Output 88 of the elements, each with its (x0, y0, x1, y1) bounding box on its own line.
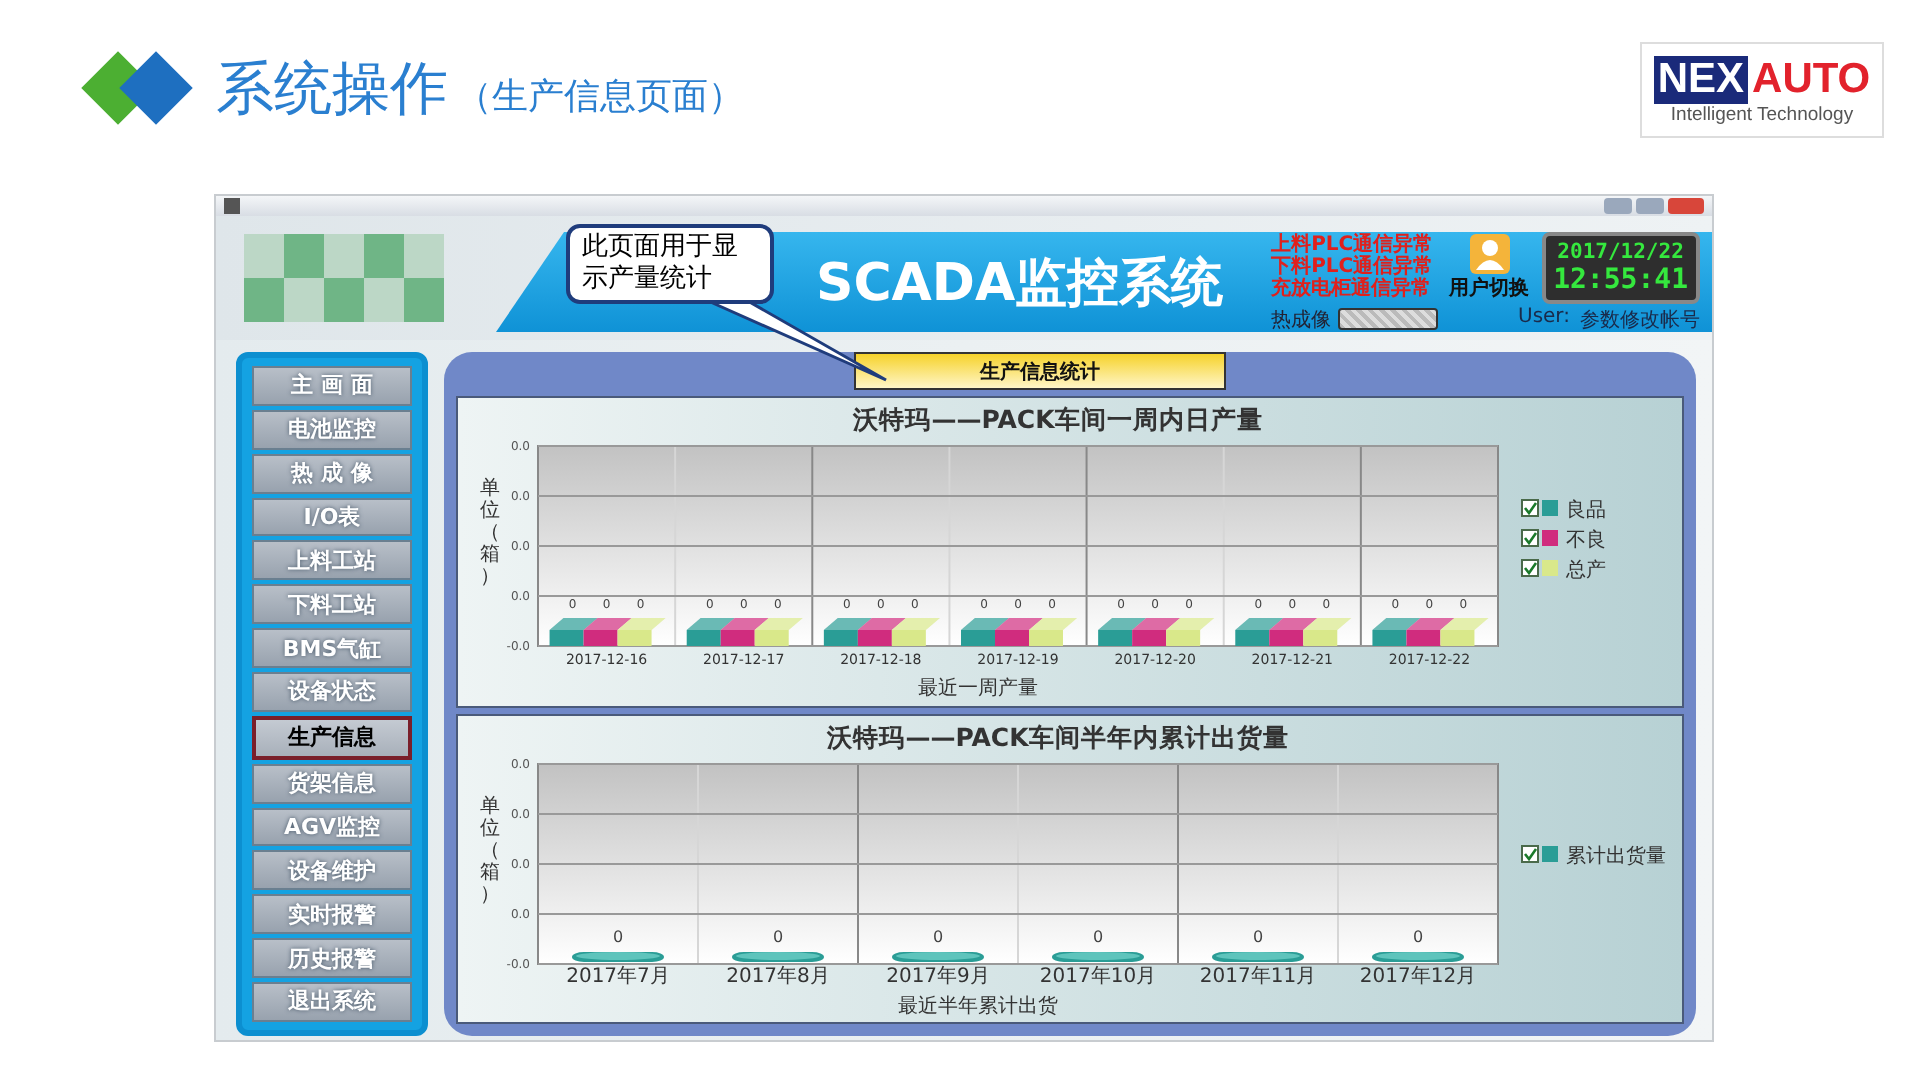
slide-subtitle: （生产信息页面） (456, 74, 744, 120)
nav-button[interactable]: 设备状态 (252, 672, 412, 712)
chart-bar (572, 951, 664, 961)
axis-title: 最近半年累计出货 (898, 995, 1058, 1017)
axis-tick-label: 2017年8月 (726, 965, 830, 987)
alarm-message: 下料PLC通信异常 (1271, 256, 1436, 278)
chart-bar (1098, 618, 1147, 646)
chart-bar (1132, 618, 1181, 646)
chart-bar (732, 951, 824, 961)
chart-bar (995, 618, 1043, 646)
data-label: 0 (932, 927, 944, 945)
clock-time: 12:55:41 (1553, 263, 1688, 295)
app-icon (224, 198, 240, 214)
axis-tick-label: 2017年11月 (1199, 965, 1317, 987)
axis-tick-label: 2017年10月 (1039, 965, 1157, 987)
chart-bar (1269, 618, 1318, 646)
user-icon (1469, 233, 1510, 273)
chart-bar (1303, 618, 1352, 646)
chart-bar (1166, 618, 1215, 646)
data-label: 0 (612, 927, 624, 945)
nav-button[interactable]: 历史报警 (252, 938, 412, 979)
chart-bar (1212, 951, 1304, 961)
axis-tick-label: 2017年7月 (566, 965, 670, 987)
nav-button[interactable]: 生产信息 (252, 715, 412, 760)
axis-title: 单位（箱） (480, 795, 500, 905)
data-label: 0 (1252, 927, 1264, 945)
legend-checkbox[interactable] (1521, 529, 1539, 547)
chart-bar (857, 618, 906, 646)
legend-checkbox[interactable] (1521, 499, 1539, 517)
axis-tick-label: 2017年12月 (1359, 965, 1477, 987)
logo-word: AUTO (1752, 55, 1871, 103)
nav-button[interactable]: 主 画 面 (252, 366, 412, 406)
data-label: 0 (1412, 927, 1424, 945)
chart-bar (686, 618, 735, 646)
data-label: 0 (1092, 927, 1104, 945)
chart-bar (961, 618, 1009, 646)
legend-checkbox[interactable] (1521, 844, 1539, 862)
axis-title: 单位（箱） (480, 478, 500, 588)
user-name: 参数修改帐号 (1580, 307, 1700, 333)
nav-button[interactable]: 退出系统 (252, 982, 412, 1022)
chart-bar (1052, 951, 1144, 961)
chart-bar (891, 618, 940, 646)
logo-tagline: Intelligent Technology (1670, 103, 1854, 125)
chart-title: 沃特玛——PACK车间一周内日产量 (853, 404, 1263, 434)
callout-note: 此页面用于显示产量统计 (566, 224, 774, 304)
chart-bar (1029, 618, 1077, 646)
chart-bar (892, 951, 984, 961)
chart-bar (583, 618, 632, 646)
legend-checkbox[interactable] (1521, 559, 1539, 577)
nav-button[interactable]: 设备维护 (252, 850, 412, 891)
clock-date: 2017/12/22 (1557, 239, 1684, 263)
legend-label: 累计出货量 (1566, 845, 1666, 867)
tab[interactable]: 生产信息统计 (854, 352, 1226, 390)
legend-label: 良品 (1566, 500, 1606, 522)
chart-bar (1372, 618, 1421, 646)
slide-title: 系统操作 (216, 52, 448, 126)
chart-title: 沃特玛——PACK车间半年内累计出货量 (827, 721, 1289, 751)
system-title: SCADA监控系统 (816, 251, 1224, 317)
nav-button[interactable]: 货架信息 (252, 763, 412, 804)
chart-bar (754, 618, 803, 646)
nav-button[interactable]: 电池监控 (252, 409, 412, 450)
logo-mark: NEX (1653, 55, 1749, 103)
chart-bar (1440, 618, 1489, 646)
alarm-message: 充放电柜通信异常 (1271, 278, 1434, 300)
alarm-message: 上料PLC通信异常 (1271, 234, 1436, 256)
chart-bar (823, 618, 872, 646)
nav-button[interactable]: AGV监控 (252, 807, 412, 847)
user-label: User: (1518, 305, 1570, 331)
user-switch-button[interactable]: 用户切换 (1449, 233, 1530, 301)
chart-bar (1406, 618, 1455, 646)
axis-tick-label: 2017年9月 (886, 965, 990, 987)
nav-button[interactable]: BMS气缸 (252, 628, 412, 669)
chart-bar (1235, 618, 1284, 646)
legend-label: 总产 (1566, 560, 1606, 582)
nav-button[interactable]: 热 成 像 (252, 453, 412, 494)
nav-button[interactable]: I/O表 (252, 497, 412, 537)
nav-button[interactable]: 上料工站 (252, 540, 412, 581)
thermal-status-indicator (1337, 308, 1438, 330)
chart-bar (617, 618, 666, 646)
thermal-label: 热成像 (1271, 307, 1332, 333)
axis-title: 最近一周产量 (918, 678, 1038, 700)
chart-bar (1372, 951, 1464, 961)
data-label: 0 (772, 927, 784, 945)
chart-bar (720, 618, 769, 646)
nav-button[interactable]: 实时报警 (252, 894, 412, 935)
nav-button[interactable]: 下料工站 (252, 584, 412, 625)
legend-label: 不良 (1566, 530, 1606, 552)
chart-bar (549, 618, 598, 646)
